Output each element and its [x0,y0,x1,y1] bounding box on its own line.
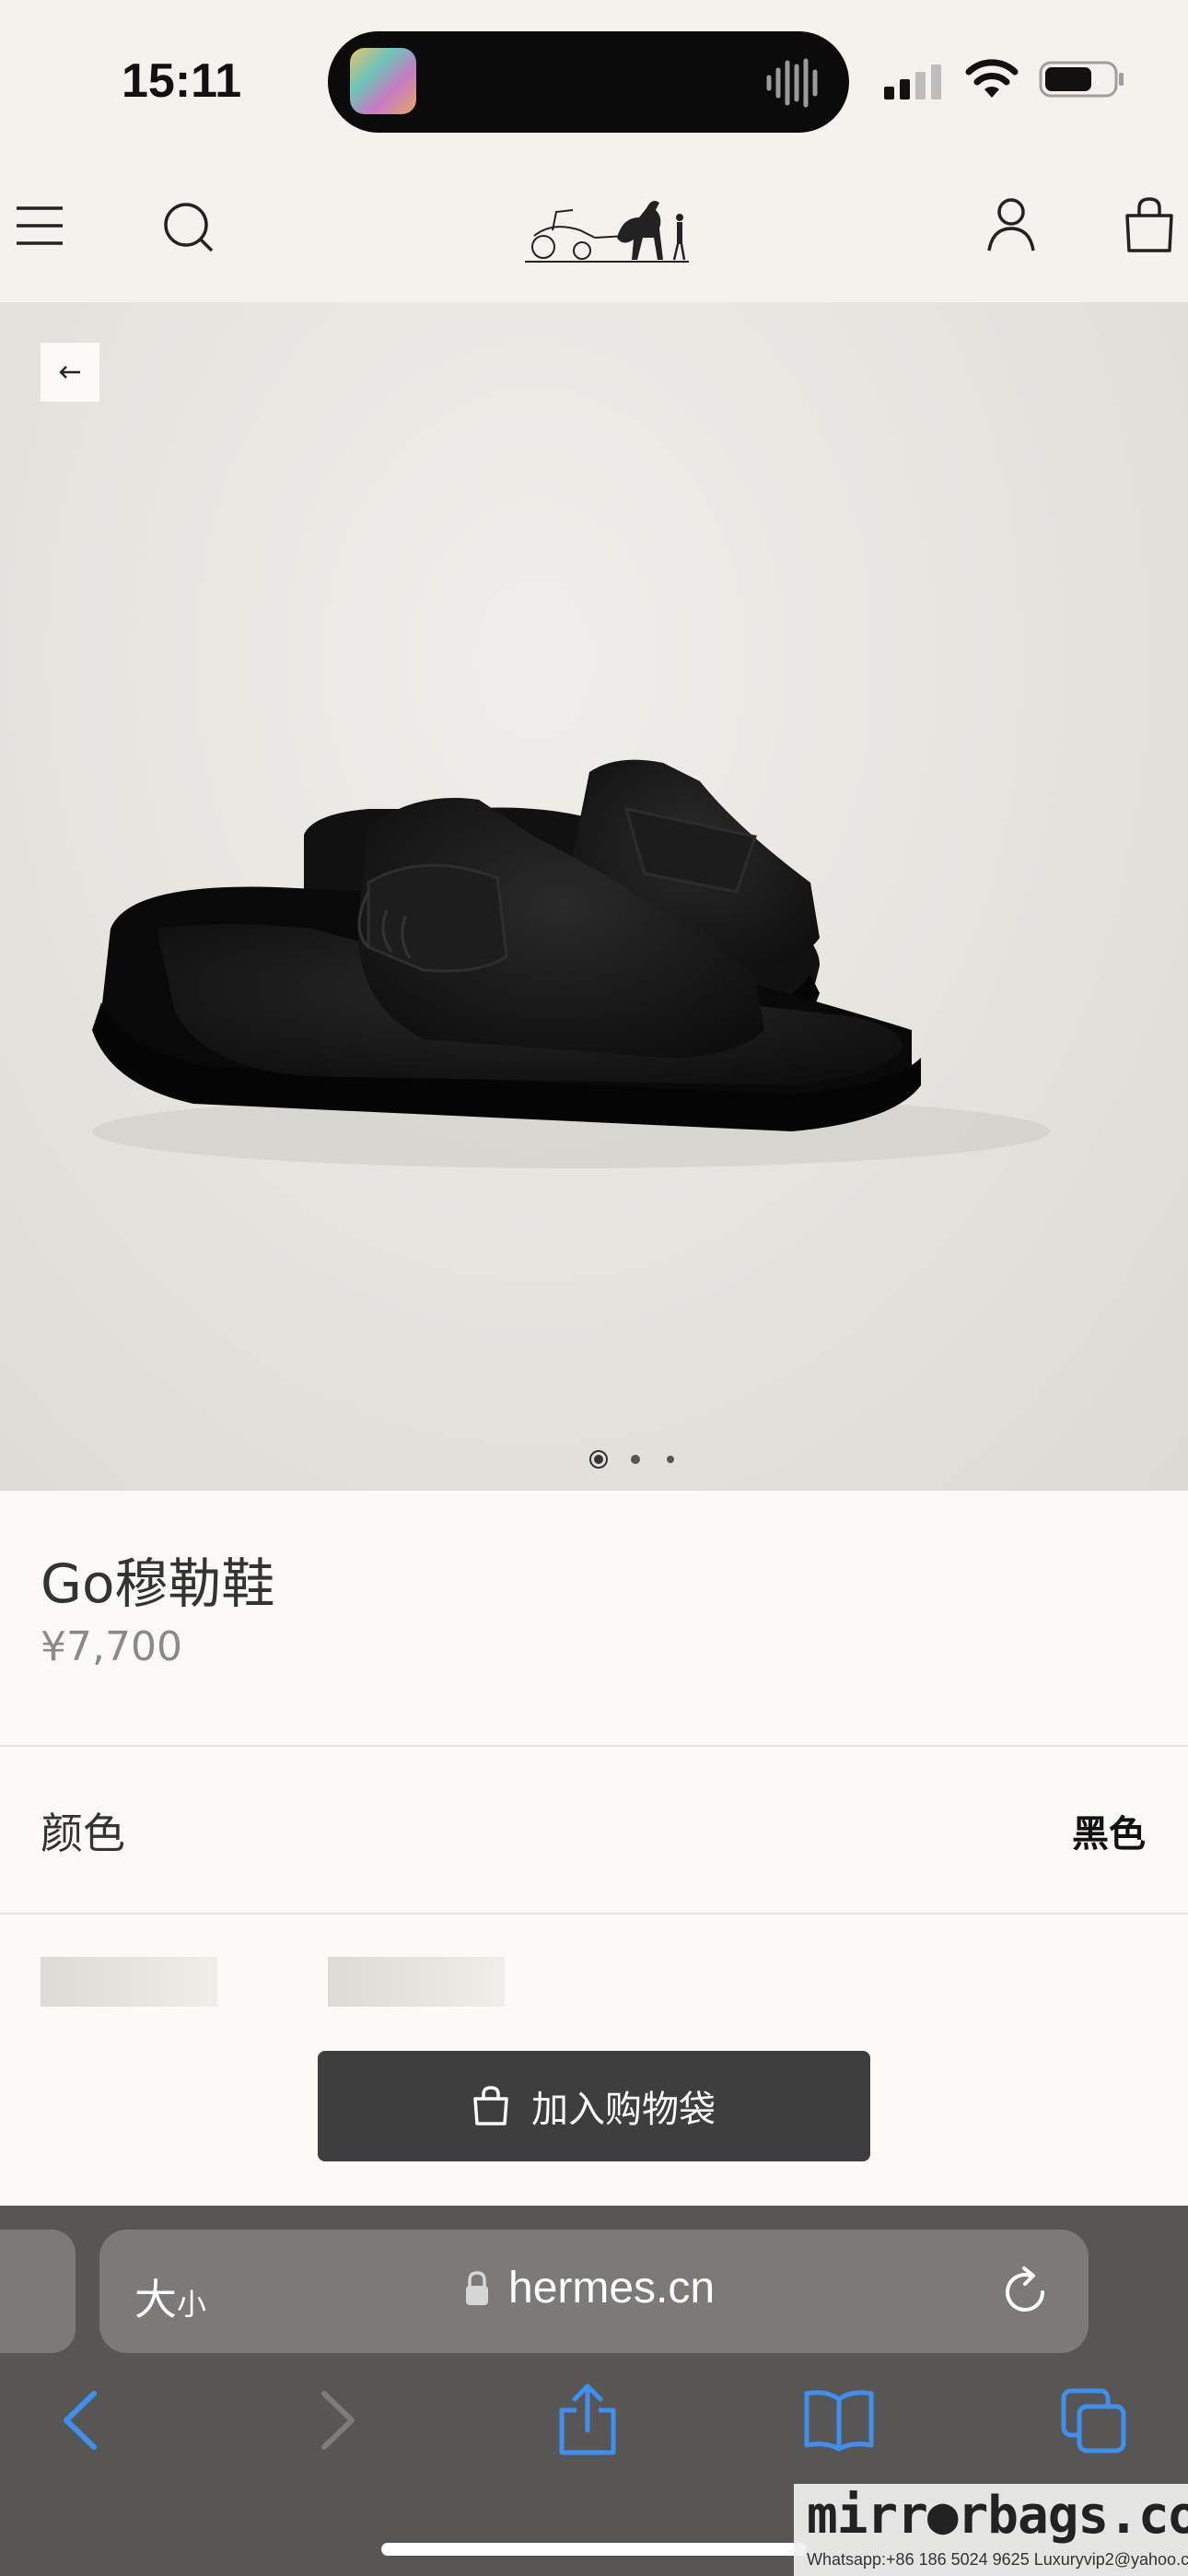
site-header [0,157,1188,302]
hermes-logo[interactable] [525,190,691,267]
shopping-bag-icon [473,2086,508,2125]
product-image-carousel[interactable] [0,302,1188,1491]
carousel-dots[interactable] [586,1448,678,1470]
color-swatch[interactable] [41,1957,217,2007]
text-size-button[interactable]: 大小 [134,2266,206,2327]
cellular-signal-icon [884,64,941,100]
watermark: mirr●rbags.com Whatsapp:+86 186 5024 962… [794,2484,1188,2576]
address-bar[interactable]: 大小 hermes.cn [99,2230,1089,2353]
divider [0,1913,1188,1914]
text-size-big: 大 [134,2275,177,2324]
back-icon[interactable] [57,2388,103,2453]
forward-icon[interactable] [315,2388,361,2453]
add-to-bag-button[interactable]: 加入购物袋 [318,2051,870,2161]
home-indicator [381,2543,807,2556]
color-label: 颜色 [41,1809,125,1858]
wifi-icon [965,59,1019,98]
watermark-contact: Whatsapp:+86 186 5024 9625 Luxuryvip2@ya… [807,2550,1188,2569]
previous-tab[interactable] [0,2230,76,2353]
product-title: Go穆勒鞋 [41,1552,275,1615]
clock-time: 15:11 [122,54,242,108]
dynamic-island[interactable] [328,31,849,133]
status-bar: 15:11 [0,0,1188,157]
share-icon[interactable] [556,2383,619,2456]
audio-waveform-icon [766,58,818,108]
shopping-bag-icon[interactable] [1124,197,1175,252]
now-playing-artwork [350,48,416,114]
product-image [92,759,1050,1168]
back-button[interactable] [41,343,99,402]
add-to-bag-label: 加入购物袋 [531,2089,716,2131]
arrow-left-icon [59,366,80,379]
reload-icon[interactable] [1000,2265,1052,2318]
bookmarks-icon[interactable] [803,2388,875,2453]
url-text[interactable]: hermes.cn [508,2263,715,2313]
tabs-icon[interactable] [1061,2388,1127,2454]
menu-icon[interactable] [15,205,64,247]
text-size-small: 小 [177,2287,207,2322]
divider [0,1745,1188,1747]
lock-icon [466,2271,488,2305]
color-swatch[interactable] [328,1957,505,2007]
product-price: ¥7,700 [41,1623,182,1670]
search-icon[interactable] [162,201,214,252]
battery-icon [1039,61,1124,98]
color-value[interactable]: 黑色 [1072,1804,1146,1857]
account-icon[interactable] [985,197,1037,252]
watermark-site: mirr●rbags.com [807,2486,1188,2546]
